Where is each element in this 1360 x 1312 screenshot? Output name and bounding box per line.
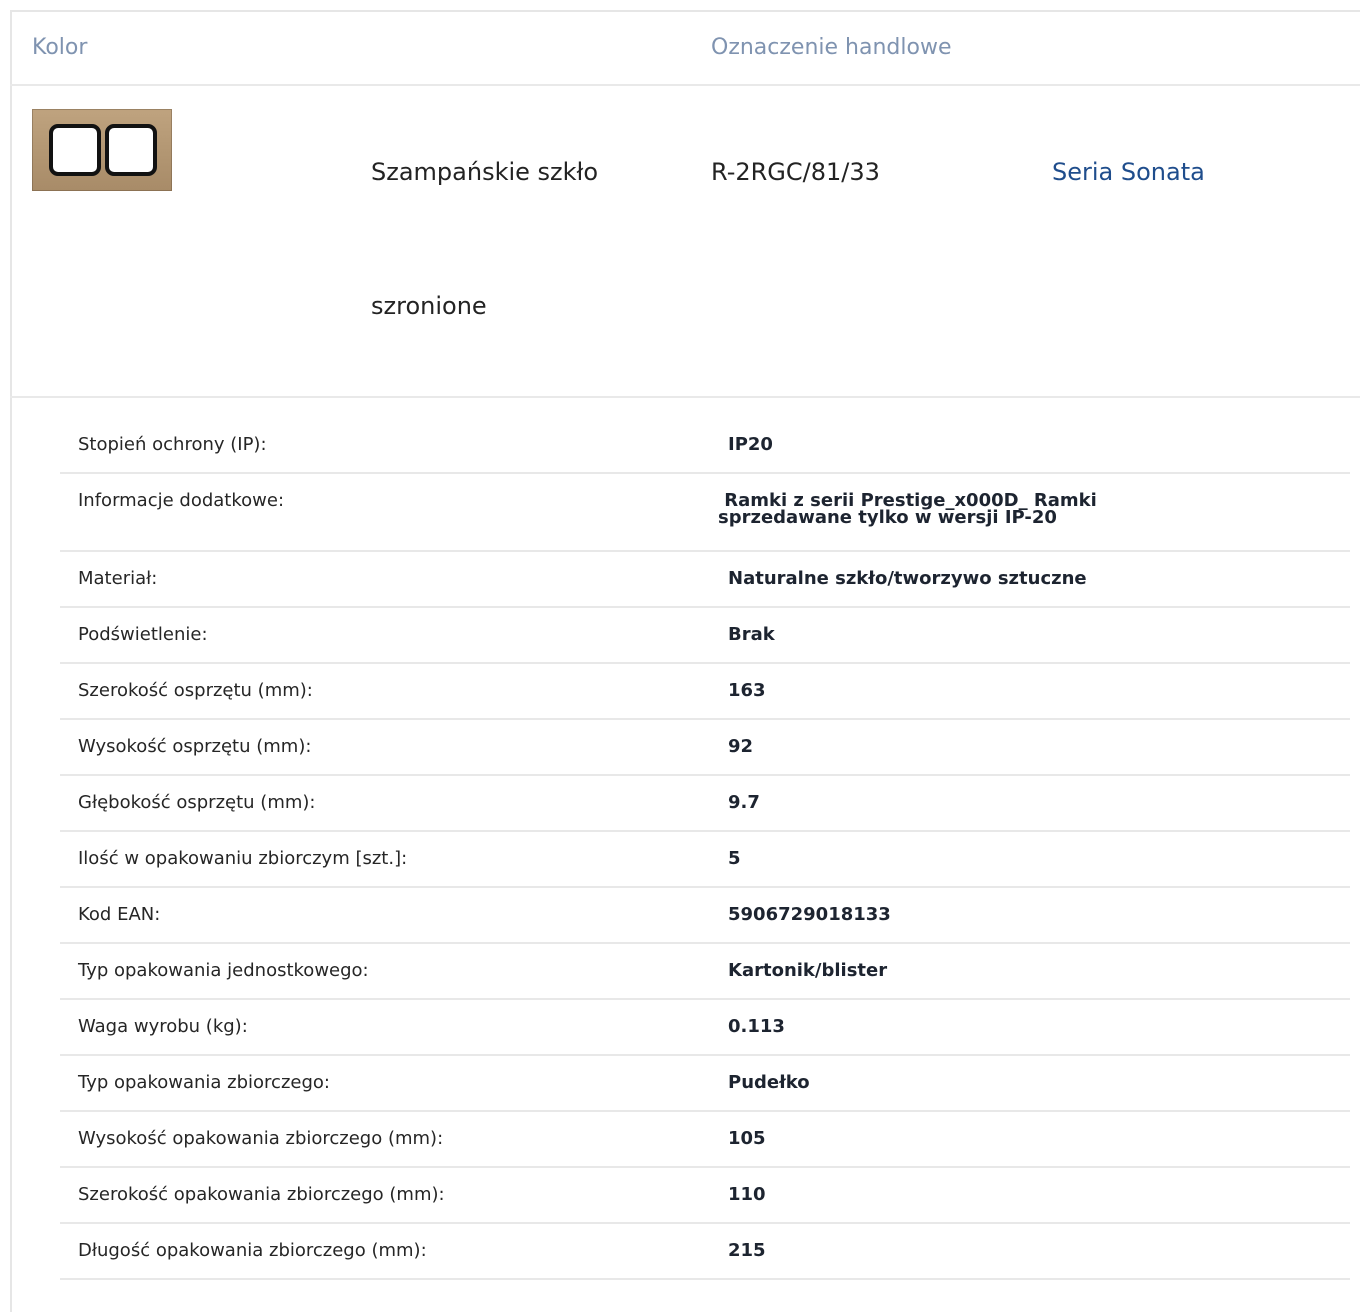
spec-row: Ilość w opakowaniu zbiorczym [szt.]: 5 — [60, 832, 1350, 888]
spec-row: Podświetlenie: Brak — [60, 608, 1350, 664]
product-row: Szampańskie szkło szronione R-2RGC/81/33… — [10, 86, 1360, 398]
spec-value: 163 — [728, 680, 766, 701]
spec-value: Pudełko — [728, 1072, 810, 1093]
product-code: R-2RGC/81/33 — [711, 158, 880, 186]
spec-row: Głębokość osprzętu (mm): 9.7 — [60, 776, 1350, 832]
spec-table: Stopień ochrony (IP): IP20 Informacje doda… — [60, 418, 1350, 1280]
spec-label: Szerokość osprzętu (mm): — [78, 680, 313, 701]
table-header: Kolor Oznaczenie handlowe — [10, 12, 1360, 86]
spec-row: Typ opakowania zbiorczego: Pudełko — [60, 1056, 1350, 1112]
spec-row: Wysokość osprzętu (mm): 92 — [60, 720, 1350, 776]
series-link[interactable]: Seria Sonata — [1052, 160, 1205, 184]
frame-opening-left — [49, 124, 101, 176]
color-name-line-2: szronione — [371, 292, 487, 320]
spec-label: Głębokość osprzętu (mm): — [78, 792, 316, 813]
spec-row: Szerokość osprzętu (mm): 163 — [60, 664, 1350, 720]
spec-row: Długość opakowania zbiorczego (mm): 215 — [60, 1224, 1350, 1280]
spec-value: 105 — [728, 1128, 766, 1149]
spec-value: 92 — [728, 736, 754, 757]
spec-value: Naturalne szkło/tworzywo sztuczne — [728, 568, 1087, 589]
spec-row: Szerokość opakowania zbiorczego (mm): 110 — [60, 1168, 1350, 1224]
color-column-header: Kolor — [32, 35, 88, 60]
spec-value: Brak — [728, 624, 775, 645]
spec-value-line: sprzedawane tylko w wersji IP-20 — [718, 507, 1057, 528]
spec-label: Kod EAN: — [78, 904, 161, 925]
spec-label: Podświetlenie: — [78, 624, 208, 645]
spec-row: Materiał: Naturalne szkło/tworzywo sztucz… — [60, 552, 1350, 608]
spec-row: Wysokość opakowania zbiorczego (mm): 105 — [60, 1112, 1350, 1168]
frame-opening-right — [105, 124, 157, 176]
spec-row: Kod EAN: 5906729018133 — [60, 888, 1350, 944]
spec-row: Typ opakowania jednostkowego: Kartonik/bl… — [60, 944, 1350, 1000]
spec-label: Typ opakowania zbiorczego: — [78, 1072, 330, 1093]
spec-value: 110 — [728, 1184, 766, 1205]
spec-label: Typ opakowania jednostkowego: — [78, 960, 369, 981]
spec-value: IP20 — [728, 434, 773, 455]
spec-value: Kartonik/blister — [728, 960, 888, 981]
spec-label: Ilość w opakowaniu zbiorczym [szt.]: — [78, 848, 408, 869]
spec-value: 5906729018133 — [728, 904, 891, 925]
spec-value: Ramki z serii Prestige_x000D_ Ramki sprze… — [718, 492, 1278, 528]
spec-row: Waga wyrobu (kg): 0.113 — [60, 1000, 1350, 1056]
spec-label: Wysokość osprzętu (mm): — [78, 736, 312, 757]
spec-label: Materiał: — [78, 568, 158, 589]
spec-value: 9.7 — [728, 792, 760, 813]
spec-label: Informacje dodatkowe: — [78, 490, 285, 511]
spec-value: 5 — [728, 848, 741, 869]
spec-label: Waga wyrobu (kg): — [78, 1016, 248, 1037]
spec-label: Długość opakowania zbiorczego (mm): — [78, 1240, 427, 1261]
spec-row: Informacje dodatkowe: Ramki z serii Pres… — [60, 474, 1350, 552]
double-frame-swatch-icon — [32, 109, 172, 191]
spec-row: Stopień ochrony (IP): IP20 — [60, 418, 1350, 474]
spec-label: Szerokość opakowania zbiorczego (mm): — [78, 1184, 445, 1205]
spec-label: Wysokość opakowania zbiorczego (mm): — [78, 1128, 444, 1149]
trade-designation-column-header: Oznaczenie handlowe — [711, 35, 952, 60]
spec-value: 0.113 — [728, 1016, 785, 1037]
spec-label: Stopień ochrony (IP): — [78, 434, 267, 455]
spec-value: 215 — [728, 1240, 766, 1261]
color-name-line-1: Szampańskie szkło — [371, 158, 599, 186]
